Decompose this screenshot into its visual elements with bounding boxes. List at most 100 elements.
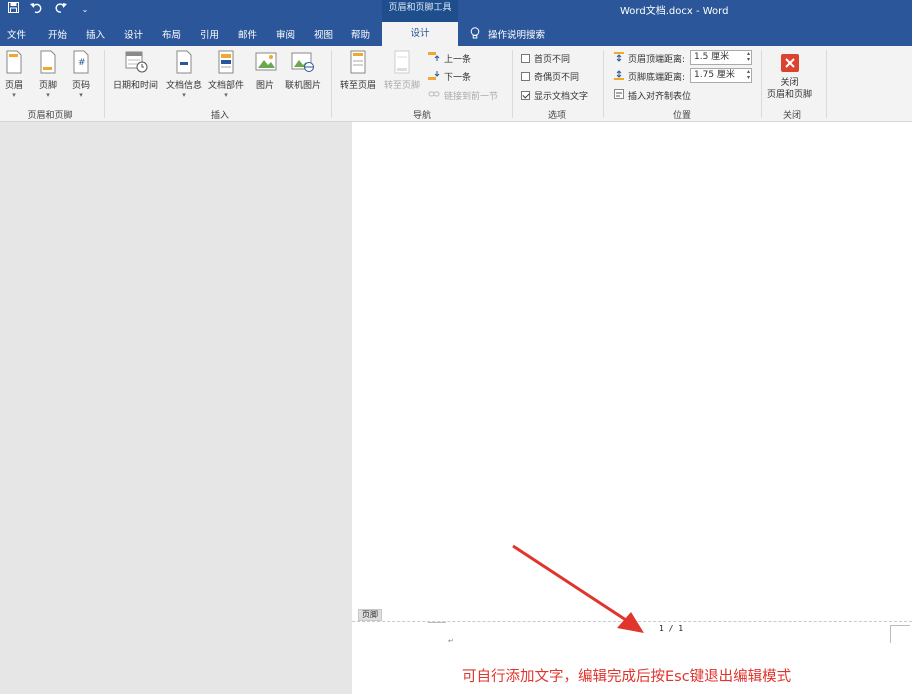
insert-alignment-tab-button[interactable]: 插入对齐制表位: [614, 89, 691, 102]
tab-review[interactable]: 审阅: [276, 27, 295, 41]
goto-header-icon: [348, 50, 368, 74]
spinner-arrows-icon[interactable]: ▴ ▾: [747, 51, 750, 63]
tab-references[interactable]: 引用: [200, 27, 219, 41]
footer-bottom-distance-label: 页脚底端距离:: [628, 73, 686, 83]
show-document-text-option[interactable]: 显示文档文字: [521, 89, 588, 102]
picture-icon: [255, 50, 277, 74]
page-number-field[interactable]: 1 / 1: [659, 624, 683, 633]
chevron-down-icon: ▾: [182, 91, 186, 99]
group-divider: [331, 50, 332, 118]
header-button[interactable]: 页眉 ▾: [4, 50, 24, 99]
next-label: 下一条: [444, 73, 472, 83]
show-document-text-checkbox[interactable]: [521, 91, 530, 100]
header-top-distance-input[interactable]: 1.5 厘米 ▴ ▾: [690, 50, 752, 65]
tab-file[interactable]: 文件: [7, 27, 26, 41]
quick-parts-icon: [216, 50, 236, 74]
online-pictures-label: 联机图片: [285, 81, 322, 91]
previous-button[interactable]: 上一条: [428, 52, 471, 65]
next-button[interactable]: 下一条: [428, 70, 471, 83]
tab-help[interactable]: 帮助: [351, 27, 370, 41]
tab-design-doc[interactable]: 设计: [124, 27, 143, 41]
goto-footer-button[interactable]: 转至页脚: [384, 50, 420, 91]
calendar-clock-icon: [123, 50, 149, 74]
tab-header-footer-design[interactable]: 设计: [382, 22, 458, 46]
footer-icon: [38, 50, 58, 74]
ribbon: 页眉 ▾ 页脚 ▾ # 页码 ▾ 页眉和页脚 日期和时间 文档信息 ▾ 文档部件: [0, 46, 912, 122]
group-label-header-footer: 页眉和页脚: [27, 111, 73, 121]
footer-button[interactable]: 页脚 ▾: [38, 50, 58, 99]
insert-alignment-tab-label: 插入对齐制表位: [628, 92, 692, 102]
tab-home[interactable]: 开始: [48, 27, 67, 41]
header-button-label: 页眉: [4, 81, 23, 91]
document-info-icon: [174, 50, 194, 74]
group-divider: [512, 50, 513, 118]
link-to-previous-label: 链接到前一节: [444, 92, 499, 102]
different-first-page-option[interactable]: 首页不同: [521, 52, 570, 65]
document-gray-area: [0, 122, 352, 694]
quick-access-toolbar: ⌄: [6, 2, 92, 18]
tab-view[interactable]: 视图: [314, 27, 333, 41]
picture-label: 图片: [255, 81, 274, 91]
annotation-arrow-icon: [512, 544, 644, 633]
tell-me-label: 操作说明搜索: [488, 30, 546, 41]
header-top-distance-row: 页眉顶端距离:: [614, 52, 685, 65]
footer-bottom-distance-input[interactable]: 1.75 厘米 ▴ ▾: [690, 68, 752, 83]
different-first-page-checkbox[interactable]: [521, 54, 530, 63]
close-icon: [780, 54, 799, 72]
footer-button-label: 页脚: [38, 81, 57, 91]
save-icon[interactable]: [6, 2, 20, 18]
different-odd-even-option[interactable]: 奇偶页不同: [521, 70, 579, 83]
chevron-down-icon: ▾: [79, 91, 83, 99]
tell-me-search[interactable]: 操作说明搜索: [470, 27, 545, 42]
group-label-position: 位置: [672, 111, 691, 121]
previous-label: 上一条: [444, 55, 472, 65]
page-number-button[interactable]: # 页码 ▾: [71, 50, 91, 99]
goto-header-button[interactable]: 转至页眉: [340, 50, 376, 91]
chevron-down-icon: ▾: [46, 91, 50, 99]
next-icon: [428, 70, 440, 83]
margin-corner-mark: [890, 625, 910, 643]
group-label-options: 选项: [547, 111, 566, 121]
group-divider: [104, 50, 105, 118]
spinner-arrows-icon[interactable]: ▴ ▾: [747, 69, 750, 81]
link-to-previous-button[interactable]: 链接到前一节: [428, 89, 498, 102]
undo-icon[interactable]: [30, 2, 44, 18]
quick-parts-label: 文档部件: [208, 81, 245, 91]
different-odd-even-label: 奇偶页不同: [534, 73, 580, 83]
window-title: Word文档.docx - Word: [620, 6, 729, 17]
group-label-insert: 插入: [210, 111, 229, 121]
online-pictures-button[interactable]: 联机图片: [285, 50, 321, 91]
margin-corner-mark: [428, 622, 446, 623]
lightbulb-icon: [470, 27, 480, 42]
customize-qat-icon[interactable]: ⌄: [78, 2, 92, 18]
different-odd-even-checkbox[interactable]: [521, 72, 530, 81]
picture-button[interactable]: 图片: [255, 50, 277, 91]
close-header-footer-label: 关闭 页眉和页脚: [767, 78, 813, 100]
tab-insert[interactable]: 插入: [86, 27, 105, 41]
header-icon: [4, 50, 24, 74]
document-info-button[interactable]: 文档信息 ▾: [166, 50, 202, 99]
alignment-tab-icon: [614, 89, 624, 102]
show-document-text-label: 显示文档文字: [534, 92, 589, 102]
footer-area-tag: 页脚: [358, 609, 382, 621]
group-label-navigation: 导航: [412, 111, 431, 121]
header-top-distance-value: 1.5 厘米: [694, 52, 730, 62]
tab-mailings[interactable]: 邮件: [238, 27, 257, 41]
group-divider: [603, 50, 604, 118]
group-divider: [826, 50, 827, 118]
chevron-down-icon: ▾: [224, 91, 228, 99]
paragraph-mark: ↵: [448, 637, 454, 645]
different-first-page-label: 首页不同: [534, 55, 571, 65]
quick-parts-button[interactable]: 文档部件 ▾: [208, 50, 244, 99]
goto-footer-icon: [392, 50, 412, 74]
footer-distance-icon: [614, 70, 624, 83]
page-number-button-label: 页码: [71, 81, 90, 91]
redo-icon[interactable]: [54, 2, 68, 18]
annotation-text: 可自行添加文字，编辑完成后按Esc键退出编辑模式: [462, 669, 792, 685]
footer-bottom-distance-row: 页脚底端距离:: [614, 70, 685, 83]
close-header-footer-button[interactable]: 关闭 页眉和页脚: [767, 54, 812, 101]
context-tools-label: 页眉和页脚工具: [382, 0, 458, 22]
tab-layout[interactable]: 布局: [162, 27, 181, 41]
date-time-button[interactable]: 日期和时间: [113, 50, 158, 91]
page-number-icon: #: [71, 50, 91, 74]
